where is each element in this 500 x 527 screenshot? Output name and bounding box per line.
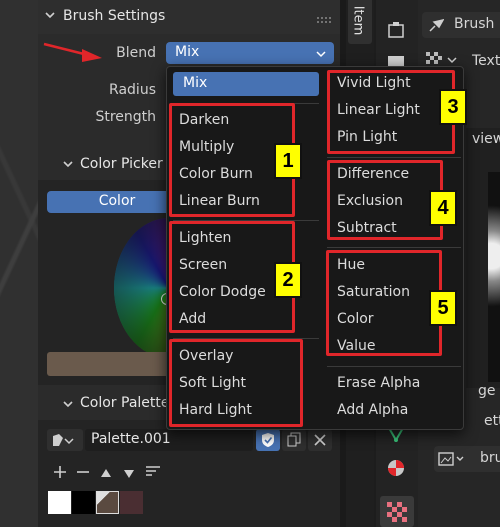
viewport-edge — [0, 0, 38, 527]
chevron-down-icon — [316, 47, 326, 63]
annotation-box-5 — [326, 250, 442, 356]
image-type-label-fragment: bru — [480, 450, 500, 466]
palette-swatch-dark-red[interactable] — [120, 491, 143, 514]
palette-swatch-black[interactable] — [72, 491, 95, 514]
fake-user-button[interactable] — [256, 429, 280, 451]
blend-label: Blend — [116, 45, 156, 61]
menu-separator — [327, 157, 461, 158]
fake-user-shield-icon — [261, 432, 275, 452]
texture-preview-image — [488, 172, 500, 382]
color-palette-title: Color Palette — [80, 395, 170, 411]
sort-button[interactable] — [142, 462, 164, 482]
duplicate-button[interactable] — [282, 429, 306, 451]
annotation-badge-5: 5 — [429, 290, 457, 326]
label-fragment-ge: ge — [478, 383, 496, 399]
brush-icon — [428, 17, 445, 37]
palette-swatch-brown-active[interactable] — [96, 491, 119, 514]
unlink-button[interactable] — [308, 429, 332, 451]
annotation-badge-2: 2 — [274, 262, 302, 298]
menu-item-label: Mix — [183, 75, 208, 91]
palette-swatch-white[interactable] — [48, 491, 71, 514]
blend-option-erase-alpha[interactable]: Erase Alpha — [337, 375, 420, 391]
annotation-box-3 — [327, 70, 455, 154]
drag-handle-icon[interactable] — [316, 12, 332, 28]
move-down-button[interactable] — [119, 462, 139, 482]
annotation-badge-1: 1 — [274, 143, 302, 179]
close-icon — [314, 434, 326, 450]
radius-label: Radius — [109, 82, 156, 98]
image-type-dropdown[interactable]: bru — [434, 446, 500, 472]
remove-color-button[interactable] — [73, 462, 93, 482]
texture-tab-active[interactable] — [380, 496, 414, 527]
move-up-icon — [100, 466, 112, 482]
blend-option-add-alpha[interactable]: Add Alpha — [337, 402, 408, 418]
menu-separator — [327, 247, 461, 248]
annotation-badge-3: 3 — [439, 89, 467, 125]
preview-label-fragment: view — [472, 131, 500, 147]
brush-settings-title: Brush Settings — [63, 8, 166, 24]
brush-settings-header[interactable]: Brush Settings — [38, 0, 340, 34]
blend-option-mix[interactable]: Mix — [173, 72, 319, 96]
brush-header[interactable]: Brush M — [422, 12, 500, 38]
palette-name: Palette.001 — [91, 431, 171, 447]
add-color-button[interactable] — [50, 462, 70, 482]
menu-item-label: Add Alpha — [337, 402, 409, 418]
blend-value: Mix — [175, 44, 200, 60]
color-picker-title: Color Picker — [80, 156, 163, 172]
palette-icon — [51, 432, 79, 452]
palette-browse-button[interactable] — [47, 429, 83, 451]
annotation-badge-4: 4 — [429, 190, 457, 226]
annotation-box-4 — [327, 160, 443, 240]
add-icon — [53, 465, 67, 483]
menu-item-label: Erase Alpha — [337, 375, 421, 391]
red-arrow-icon — [42, 40, 106, 68]
move-up-button[interactable] — [96, 462, 116, 482]
annotation-box-6 — [169, 339, 303, 427]
chevron-down-icon — [62, 158, 74, 174]
image-icon — [438, 451, 468, 471]
strength-label: Strength — [95, 109, 156, 125]
remove-icon — [76, 465, 90, 483]
chevron-down-icon — [62, 398, 74, 414]
move-down-icon — [123, 467, 135, 483]
duplicate-icon — [287, 432, 301, 452]
tool-icon[interactable] — [386, 20, 406, 44]
brush-name: Brush M — [454, 16, 500, 32]
checker-icon — [387, 502, 407, 526]
color-icon[interactable] — [386, 458, 406, 482]
sort-icon — [145, 465, 161, 483]
texture-label: Text — [472, 53, 500, 69]
blend-dropdown[interactable]: Mix — [166, 42, 334, 64]
tab-item[interactable]: Item — [348, 0, 372, 44]
chevron-down-icon — [44, 9, 56, 24]
palette-name-field[interactable]: Palette.001 — [85, 429, 253, 451]
tab-item-label: Item — [350, 5, 366, 36]
label-fragment-settings: ettin — [484, 413, 500, 429]
menu-separator — [327, 366, 461, 367]
